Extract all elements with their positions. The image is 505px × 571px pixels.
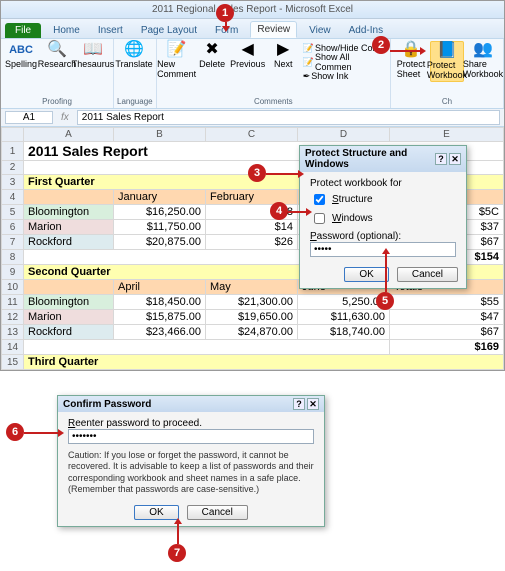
comment-icon: 📝 xyxy=(167,42,187,58)
tab-file[interactable]: File xyxy=(5,23,41,38)
confirm-password-input[interactable] xyxy=(68,429,314,444)
dialog-title: Confirm Password xyxy=(63,399,151,410)
dialog-title: Protect Structure and Windows xyxy=(305,148,435,170)
share-icon: 👥 xyxy=(473,42,493,58)
callout-7: 7 xyxy=(168,544,186,562)
delete-icon: ✖ xyxy=(205,42,218,58)
formula-bar: A1 fx 2011 Sales Report xyxy=(1,109,504,127)
research-icon: 🔍 xyxy=(47,42,67,58)
arrow-5 xyxy=(385,250,387,292)
cancel-button[interactable]: Cancel xyxy=(397,267,458,282)
group-language: 🌐Translate Language xyxy=(114,39,157,108)
group-proofing: ABCSpelling 🔍Research 📖Thesaurus Proofin… xyxy=(1,39,114,108)
protect-structure-dialog: Protect Structure and Windows ?✕ Protect… xyxy=(299,145,467,289)
close-icon[interactable]: ✕ xyxy=(307,398,319,410)
thesaurus-icon: 📖 xyxy=(83,42,103,58)
cancel-button[interactable]: Cancel xyxy=(187,505,248,520)
comment-icon: 📝 xyxy=(303,57,314,68)
protect-for-label: Protect workbook for xyxy=(310,178,456,189)
globe-icon: 🌐 xyxy=(124,42,144,58)
help-icon[interactable]: ? xyxy=(435,153,447,165)
formula-input[interactable]: 2011 Sales Report xyxy=(77,110,500,125)
confirm-password-dialog: Confirm Password ?✕ Reenter password to … xyxy=(57,395,325,527)
ink-icon: ✒ xyxy=(303,71,311,82)
comment-icon: 📝 xyxy=(303,43,314,54)
tab-review[interactable]: Review xyxy=(250,21,297,38)
translate-button[interactable]: 🌐Translate xyxy=(117,41,151,70)
callout-4: 4 xyxy=(270,202,288,220)
book-lock-icon: 📘 xyxy=(437,43,457,59)
group-label: Ch xyxy=(394,97,500,106)
title-bar: 2011 Regional Sales Report - Microsoft E… xyxy=(1,1,504,19)
callout-3: 3 xyxy=(248,164,266,182)
tab-page-layout[interactable]: Page Layout xyxy=(135,23,203,38)
prev-icon: ◀ xyxy=(242,42,254,58)
reenter-label: Reenter password to proceed. xyxy=(68,418,314,429)
callout-5: 5 xyxy=(376,292,394,310)
arrow-7 xyxy=(177,520,179,544)
password-label: Password (optional): xyxy=(310,231,456,242)
thesaurus-button[interactable]: 📖Thesaurus xyxy=(76,41,110,70)
tab-home[interactable]: Home xyxy=(47,23,86,38)
name-box[interactable]: A1 xyxy=(5,111,53,124)
previous-comment-button[interactable]: ◀Previous xyxy=(231,41,265,70)
spelling-button[interactable]: ABCSpelling xyxy=(4,41,38,70)
col-headers: A B C D E xyxy=(2,128,504,142)
group-label: Proofing xyxy=(4,97,110,106)
callout-2: 2 xyxy=(372,36,390,54)
fx-icon[interactable]: fx xyxy=(61,112,69,123)
structure-checkbox[interactable]: SStructuretructure xyxy=(310,191,456,208)
ribbon-tabs: File Home Insert Page Layout Form Review… xyxy=(1,19,504,39)
arrow-2 xyxy=(390,50,424,52)
protect-workbook-button[interactable]: 📘Protect Workbook xyxy=(430,41,464,82)
arrow-3 xyxy=(266,173,302,175)
close-icon[interactable]: ✕ xyxy=(449,153,461,165)
show-all-comments-button[interactable]: 📝Show All Commen xyxy=(302,55,387,69)
group-label: Comments xyxy=(160,97,387,106)
abc-icon: ABC xyxy=(9,42,33,58)
q3-header[interactable]: Third Quarter xyxy=(24,355,504,370)
excel-window: 2011 Regional Sales Report - Microsoft E… xyxy=(0,0,505,371)
arrow-4 xyxy=(288,211,310,213)
show-ink-button[interactable]: ✒Show Ink xyxy=(302,69,387,83)
caution-note: Caution: If you lose or forget the passw… xyxy=(68,450,314,495)
windows-checkbox[interactable]: Windows xyxy=(310,210,456,227)
research-button[interactable]: 🔍Research xyxy=(40,41,74,70)
group-comments: 📝New Comment ✖Delete ◀Previous ▶Next 📝Sh… xyxy=(157,39,391,108)
next-comment-button[interactable]: ▶Next xyxy=(267,41,300,70)
callout-6: 6 xyxy=(6,423,24,441)
group-label: Language xyxy=(117,97,153,106)
ok-button[interactable]: OK xyxy=(344,267,388,282)
tab-insert[interactable]: Insert xyxy=(92,23,129,38)
share-workbook-button[interactable]: 👥Share Workbook xyxy=(466,41,500,80)
worksheet[interactable]: A B C D E 12011 Sales Report 2 3First Qu… xyxy=(1,127,504,370)
arrow-1 xyxy=(225,22,227,30)
next-icon: ▶ xyxy=(277,42,289,58)
window-title: 2011 Regional Sales Report - Microsoft E… xyxy=(152,4,353,15)
delete-comment-button[interactable]: ✖Delete xyxy=(196,41,229,70)
ok-button[interactable]: OK xyxy=(134,505,178,520)
help-icon[interactable]: ? xyxy=(293,398,305,410)
new-comment-button[interactable]: 📝New Comment xyxy=(160,41,194,80)
arrow-6 xyxy=(24,432,62,434)
callout-1: 1 xyxy=(216,4,234,22)
tab-view[interactable]: View xyxy=(303,23,337,38)
